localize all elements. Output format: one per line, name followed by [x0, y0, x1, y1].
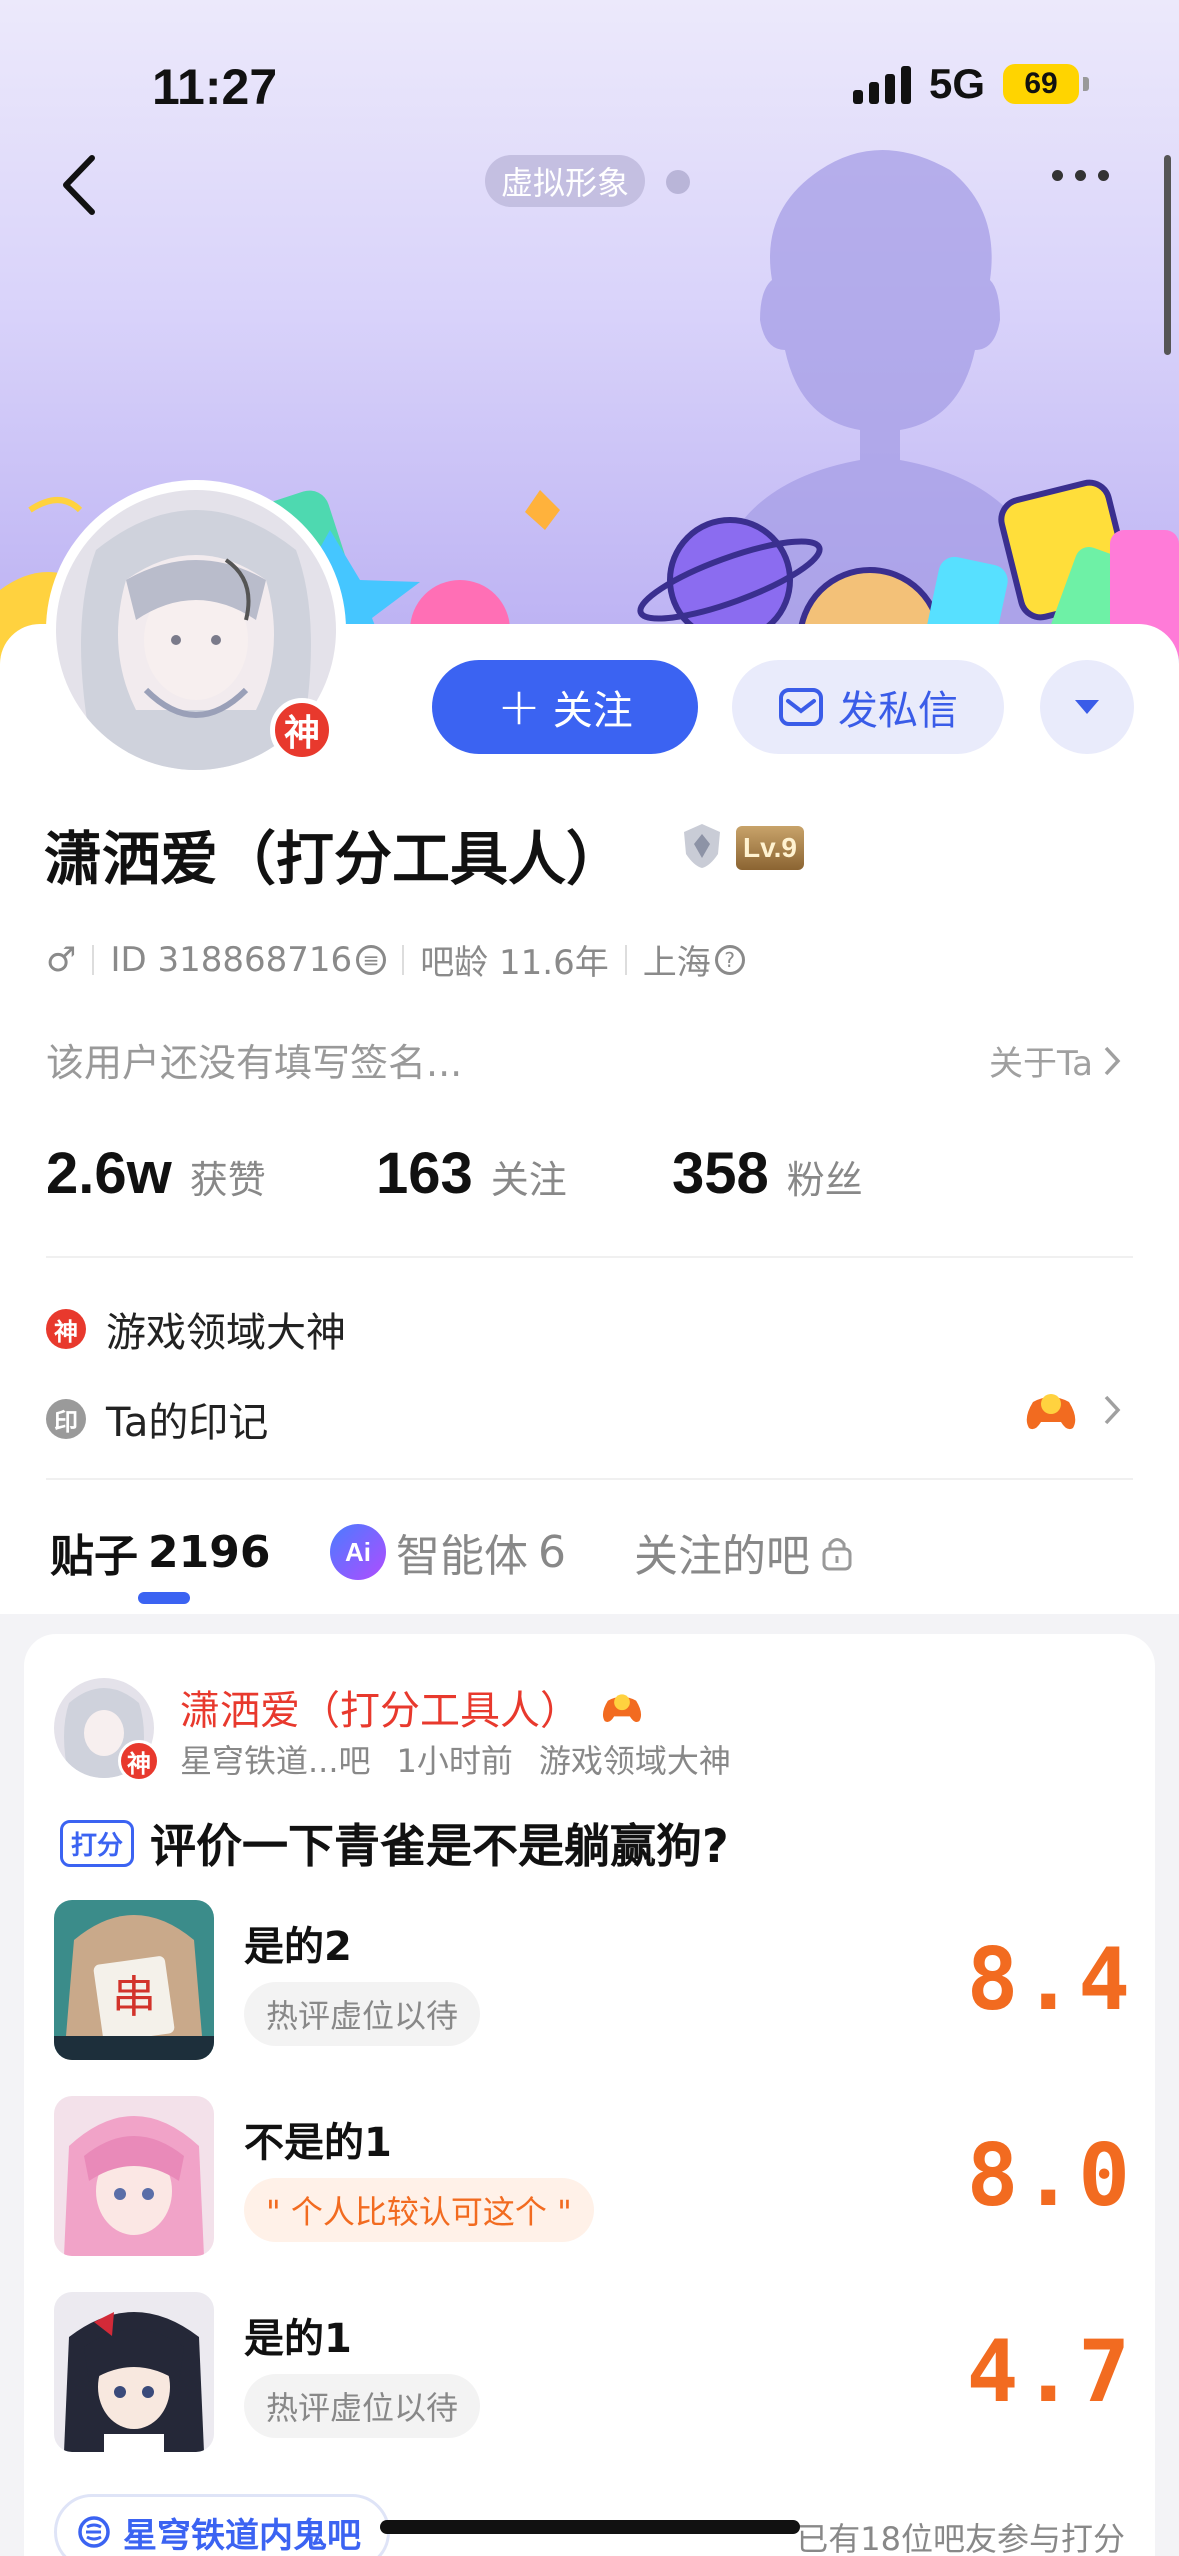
stat-label: 关注	[490, 1158, 567, 1202]
about-label: 关于Ta	[989, 1044, 1093, 1084]
network-type: 5G	[928, 60, 985, 107]
caret-down-icon	[1075, 700, 1099, 714]
post-card[interactable]: 神 潇洒爱（打分工具人） 星穹铁道...吧 1小时前 游戏领域大神 打分 评价一…	[24, 1634, 1155, 2556]
about-link[interactable]: 关于Ta	[989, 1036, 1121, 1085]
post-time: 1小时前	[396, 1742, 513, 1780]
stat-fans[interactable]: 358 粉丝	[672, 1140, 863, 1207]
tab-label: 关注的吧	[634, 1531, 810, 1582]
follow-label: 关注	[552, 688, 633, 734]
level-badge: Lv.9	[736, 826, 804, 870]
profile-tabs: 贴子 2196 Ai 智能体 6 关注的吧	[0, 1480, 1179, 1610]
honor-label: 游戏领域大神	[106, 1310, 346, 1356]
follow-button[interactable]: + 关注	[432, 660, 698, 754]
bar-name: 星穹铁道内鬼吧	[123, 2515, 361, 2556]
rating-score: 4.7	[966, 2322, 1134, 2422]
message-button[interactable]: 发私信	[732, 660, 1004, 754]
plus-icon: +	[497, 677, 541, 737]
tab-count: 6	[538, 1526, 566, 1578]
profile-meta: ♂ ID 318868716 ≡ 吧龄 11.6年 上海 ?	[46, 935, 745, 984]
post-god-badge: 神	[118, 1740, 160, 1782]
honor-label: Ta的印记	[106, 1400, 269, 1446]
mark-icon: 印	[46, 1399, 86, 1439]
tab-label: 贴子	[50, 1531, 138, 1582]
author-name: 潇洒爱（打分工具人）	[180, 1688, 580, 1734]
rating-tag: 打分	[60, 1819, 135, 1867]
stat-number: 2.6w	[46, 1141, 172, 1206]
dropdown-button[interactable]	[1040, 660, 1134, 754]
status-indicators: 5G 69	[852, 60, 1089, 108]
svg-text:串: 串	[112, 1972, 156, 2023]
god-badge-icon: 神	[270, 698, 334, 762]
bar-age: 吧龄 11.6年	[420, 943, 609, 983]
bar-logo-icon	[78, 2516, 110, 2548]
user-name: 潇洒爱（打分工具人）	[44, 825, 625, 893]
home-indicator[interactable]	[380, 2520, 800, 2534]
pill-dot-icon	[666, 170, 690, 194]
bar-link[interactable]: 星穹铁道内鬼吧	[54, 2494, 390, 2556]
rating-thumbnail	[54, 2096, 214, 2256]
gamepad-icon	[602, 1694, 642, 1723]
battery-icon: 69	[1003, 64, 1089, 104]
rating-option-name: 不是的1	[244, 2120, 392, 2166]
rating-option-name: 是的1	[244, 2316, 352, 2362]
rating-thumbnail	[54, 2292, 214, 2452]
rank-shield-icon	[684, 824, 720, 868]
message-label: 发私信	[838, 688, 958, 734]
more-icon[interactable]	[1052, 170, 1109, 181]
virtual-avatar-pill[interactable]: 虚拟形象	[485, 155, 646, 207]
ai-icon: Ai	[330, 1524, 386, 1580]
post-title-text: 评价一下青雀是不是躺赢狗?	[150, 1819, 729, 1873]
post-author[interactable]: 潇洒爱（打分工具人）	[180, 1678, 644, 1736]
signal-icon	[852, 64, 911, 104]
chevron-right-icon	[1104, 1046, 1121, 1075]
honor-row-god[interactable]: 神 游戏领域大神	[46, 1300, 346, 1358]
participant-count: 已有18位吧友参与打分	[796, 2520, 1125, 2556]
divider	[46, 1256, 1133, 1258]
rating-thumbnail: 串	[54, 1900, 214, 2060]
tab-underline	[138, 1592, 190, 1604]
rating-comment: 热评虚位以待	[244, 1982, 481, 2046]
copy-icon[interactable]: ≡	[356, 944, 387, 975]
post-honor: 游戏领域大神	[538, 1742, 731, 1780]
rating-comment: 热评虚位以待	[244, 2374, 481, 2438]
rating-item[interactable]: 串 是的2 热评虚位以待 8.4	[54, 1900, 1134, 2060]
stat-number: 163	[376, 1141, 473, 1206]
stat-label: 获赞	[189, 1158, 266, 1202]
stat-likes[interactable]: 2.6w 获赞	[46, 1140, 376, 1207]
chevron-right-icon	[1104, 1395, 1121, 1425]
stats-row: 2.6w 获赞 163 关注 358 粉丝	[46, 1140, 863, 1207]
rating-score: 8.0	[966, 2126, 1134, 2226]
scroll-indicator	[1164, 155, 1171, 355]
post-forum[interactable]: 星穹铁道...吧	[180, 1736, 371, 1782]
user-id[interactable]: ID 318868716	[110, 940, 352, 980]
rating-option-name: 是的2	[244, 1924, 352, 1970]
stat-label: 粉丝	[786, 1158, 863, 1202]
post-meta: 星穹铁道...吧 1小时前 游戏领域大神	[180, 1736, 731, 1782]
envelope-icon	[779, 688, 823, 726]
back-icon[interactable]	[50, 150, 110, 220]
gender-icon: ♂	[46, 939, 77, 980]
post-title[interactable]: 打分 评价一下青雀是不是躺赢狗?	[60, 1810, 729, 1876]
stat-number: 358	[672, 1141, 769, 1206]
mark-preview[interactable]	[1023, 1388, 1121, 1432]
tab-followed-bars[interactable]: 关注的吧	[634, 1520, 854, 1584]
tab-posts[interactable]: 贴子 2196	[50, 1520, 270, 1584]
rating-item[interactable]: 不是的1 " 个人比较认可这个 " 8.0	[54, 2096, 1134, 2256]
god-icon: 神	[46, 1309, 86, 1349]
tab-count: 2196	[148, 1526, 271, 1578]
signature: 该用户还没有填写签名...	[46, 1041, 463, 1085]
tab-agents[interactable]: Ai 智能体 6	[330, 1520, 566, 1584]
tab-label: 智能体	[396, 1531, 528, 1582]
stat-following[interactable]: 163 关注	[376, 1140, 672, 1207]
honor-row-marks[interactable]: 印 Ta的印记	[46, 1390, 268, 1448]
location: 上海	[642, 943, 711, 983]
status-time: 11:27	[152, 59, 278, 115]
rating-comment: " 个人比较认可这个 "	[244, 2178, 594, 2242]
lock-icon	[822, 1538, 852, 1571]
rating-item[interactable]: 是的1 热评虚位以待 4.7	[54, 2292, 1134, 2452]
gamepad-icon	[1026, 1394, 1076, 1430]
rating-score: 8.4	[966, 1930, 1134, 2030]
help-icon[interactable]: ?	[714, 944, 745, 975]
